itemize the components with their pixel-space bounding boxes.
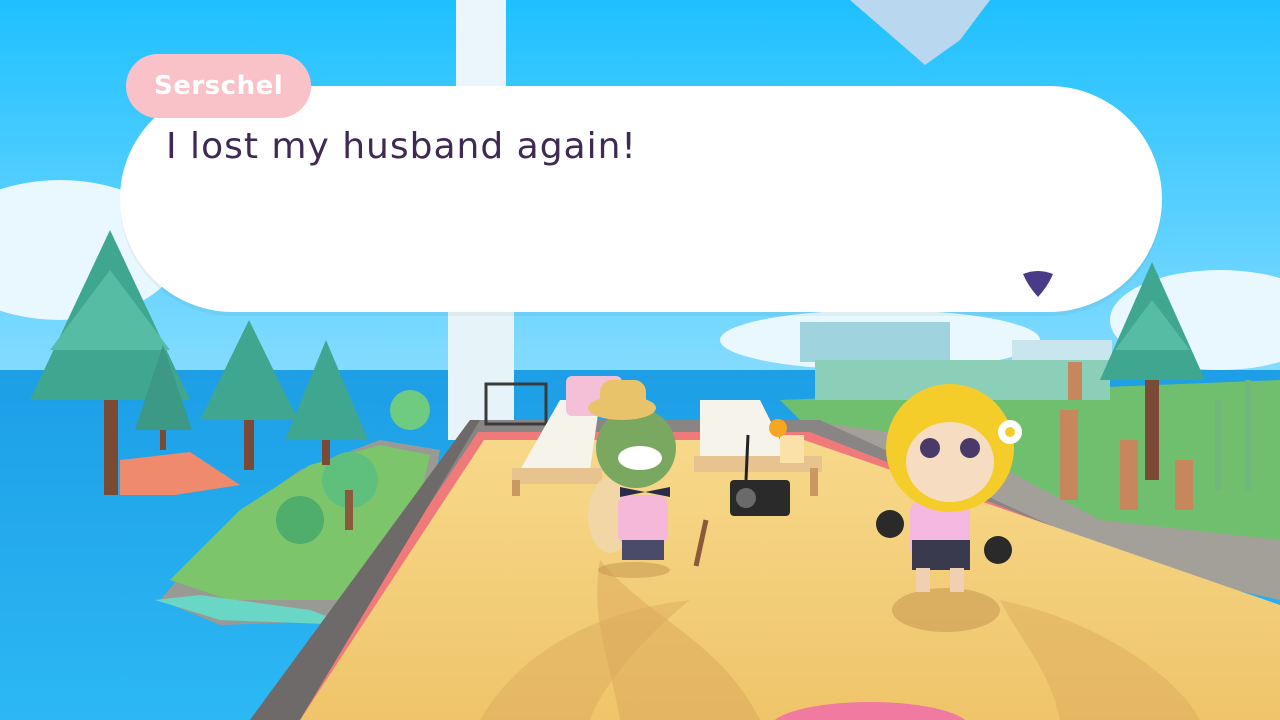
dialogue-text: I lost my husband again! [166, 126, 637, 167]
speaker-name-tag: Serschel [126, 54, 312, 118]
dialogue-box[interactable]: I lost my husband again! [120, 86, 1162, 312]
triangle-down-icon[interactable] [1020, 270, 1056, 300]
tower-pillar [456, 0, 506, 90]
speaker-name: Serschel [154, 71, 284, 101]
